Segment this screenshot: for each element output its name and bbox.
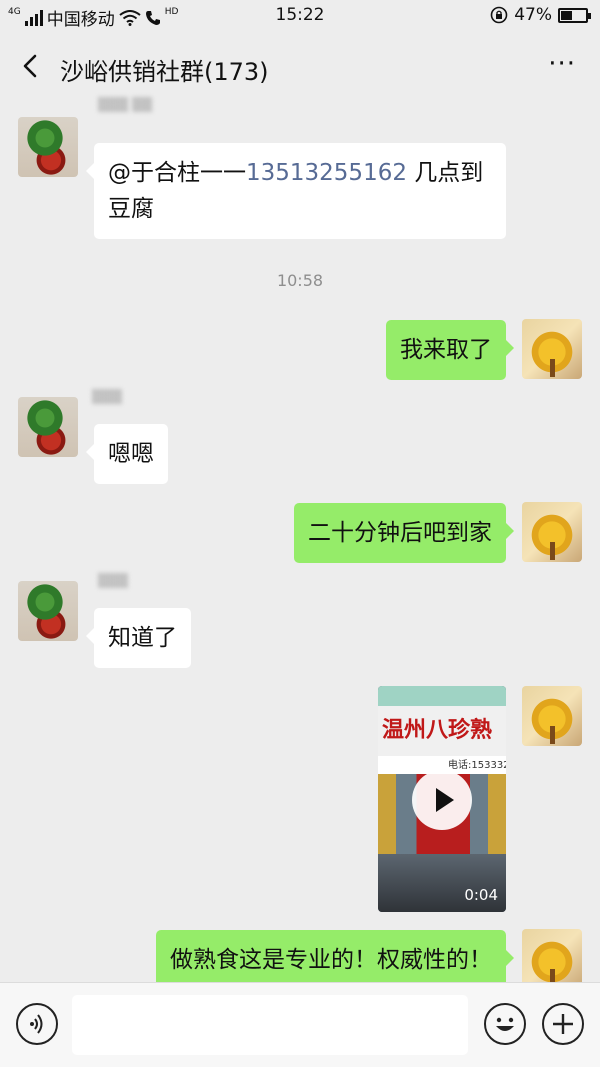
status-bar: 4G 中国移动 HD 15:22 47%: [0, 0, 600, 34]
message-text: 几点到: [406, 160, 484, 186]
phone-link[interactable]: 13513255162: [246, 160, 407, 186]
message-bubble[interactable]: 做熟食这是专业的！权威性的！: [156, 930, 514, 990]
sender-name: ▒▒▒: [98, 574, 128, 589]
video-frame-sign-top: [378, 686, 506, 706]
voice-waves: [30, 1014, 43, 1034]
plus-icon[interactable]: [542, 1003, 584, 1045]
more-icon[interactable]: ···: [548, 51, 576, 77]
voice-icon[interactable]: [16, 1003, 58, 1045]
avatar[interactable]: [522, 319, 582, 379]
message-text: 做熟食这是专业的！权威性的！: [170, 947, 492, 973]
rotation-lock-icon: [490, 6, 508, 24]
plus-glyph: [553, 1014, 573, 1034]
video-message[interactable]: 温州八珍熟 电话:1533328 0:04: [378, 686, 506, 912]
mention-text: @于合柱一一: [108, 160, 246, 186]
play-icon[interactable]: [412, 770, 472, 830]
message-bubble[interactable]: 我来取了: [386, 320, 514, 380]
message-text: 我来取了: [400, 337, 492, 363]
message-text: 二十分钟后吧到家: [308, 520, 492, 546]
message-bubble[interactable]: 二十分钟后吧到家: [294, 503, 514, 563]
message-bubble[interactable]: 嗯嗯: [86, 424, 168, 484]
input-bar: [0, 982, 600, 1067]
sender-name: ▒▒▒: [92, 390, 122, 405]
emoji-icon[interactable]: [484, 1003, 526, 1045]
avatar[interactable]: [522, 929, 582, 989]
sender-name: ▒▒▒ ▒▒: [98, 98, 153, 113]
message-bubble[interactable]: @于合柱一一13513255162 几点到 豆腐: [86, 143, 506, 239]
video-duration: 0:04: [464, 886, 498, 904]
message-text: 知道了: [108, 625, 177, 651]
message-text: 豆腐: [108, 196, 154, 222]
message-input[interactable]: [72, 995, 468, 1055]
message-text: 嗯嗯: [108, 441, 154, 467]
battery-fill: [561, 10, 573, 20]
avatar[interactable]: [522, 686, 582, 746]
chat-header: 沙峪供销社群(173) ···: [0, 34, 600, 100]
message-bubble[interactable]: 知道了: [86, 608, 191, 668]
avatar[interactable]: [18, 117, 78, 177]
emoji-face: [496, 1017, 514, 1031]
video-frame-sign: 温州八珍熟: [378, 706, 506, 756]
timestamp: 10:58: [276, 271, 324, 290]
chat-title: 沙峪供销社群(173): [60, 58, 269, 86]
battery-percent: 47%: [514, 5, 552, 25]
battery-icon: [558, 7, 591, 23]
avatar[interactable]: [522, 502, 582, 562]
avatar[interactable]: [18, 581, 78, 641]
avatar[interactable]: [18, 397, 78, 457]
chevron-left-icon[interactable]: [16, 51, 46, 81]
